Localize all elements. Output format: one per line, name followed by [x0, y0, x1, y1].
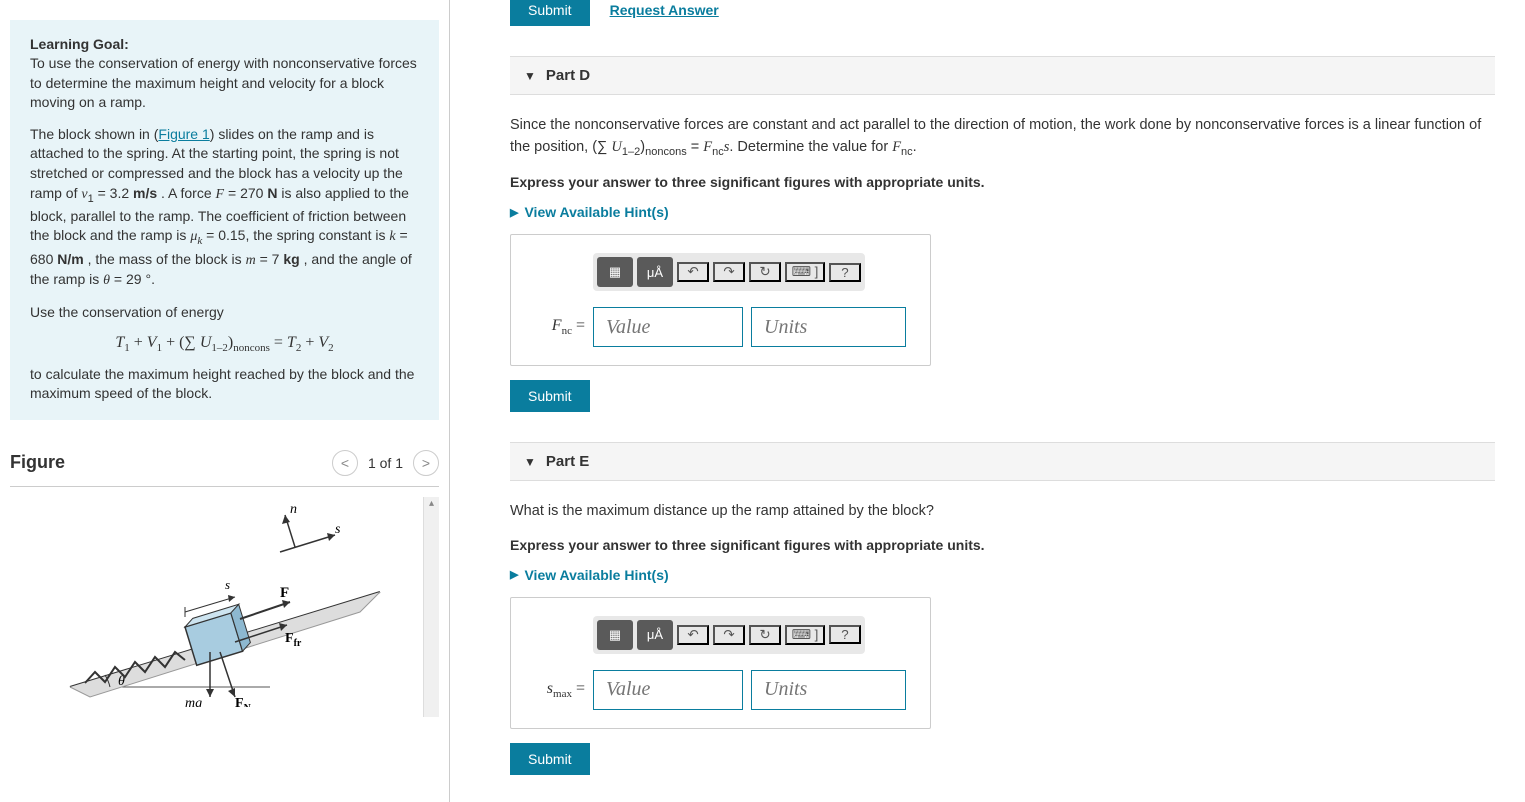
reset-button[interactable]: ↻	[749, 625, 781, 645]
svg-text:n: n	[290, 502, 297, 517]
part-e-units-input[interactable]	[751, 670, 906, 710]
part-e-hints-toggle[interactable]: ▶ View Available Hint(s)	[510, 567, 1495, 583]
part-d-input-row: Fnc =	[535, 307, 906, 347]
part-e-submit-button[interactable]: Submit	[510, 743, 590, 775]
part-d-section: ▼ Part D Since the nonconservative force…	[510, 56, 1495, 412]
keyboard-button[interactable]: ⌨ ]	[785, 625, 825, 645]
figure-title: Figure	[10, 452, 65, 473]
templates-button[interactable]: ▦	[597, 257, 633, 287]
energy-equation: T1 + V1 + (∑ U1–2)noncons = T2 + V2	[30, 334, 419, 354]
right-panel: Submit Request Answer ▼ Part D Since the…	[450, 0, 1525, 802]
chevron-right-icon: ▶	[510, 568, 518, 581]
submit-button-top[interactable]: Submit	[510, 0, 590, 26]
figure-container: θ F Ffr mg	[10, 497, 439, 717]
part-e-answer-box: ▦ μÅ ↶ ↷ ↻ ⌨ ] ? smax =	[510, 597, 931, 729]
svg-text:mg: mg	[185, 696, 202, 707]
part-d-instruction: Express your answer to three significant…	[510, 174, 1495, 190]
learning-goal-title: Learning Goal:	[30, 36, 419, 52]
part-d-submit-button[interactable]: Submit	[510, 380, 590, 412]
undo-button[interactable]: ↶	[677, 262, 709, 282]
top-buttons: Submit Request Answer	[510, 0, 1495, 26]
ramp-diagram: θ F Ffr mg	[10, 497, 410, 707]
svg-text:s: s	[335, 522, 341, 537]
figure-section: Figure < 1 of 1 > θ	[0, 430, 449, 727]
part-d-title: Part D	[546, 67, 590, 84]
left-panel: Learning Goal: To use the conservation o…	[0, 0, 450, 802]
undo-button[interactable]: ↶	[677, 625, 709, 645]
use-conservation-text: Use the conservation of energy	[30, 303, 419, 323]
svg-text:Ffr: Ffr	[285, 631, 302, 649]
figure-link[interactable]: Figure 1	[158, 126, 209, 142]
chevron-right-icon: ▶	[510, 206, 518, 219]
part-d-header[interactable]: ▼ Part D	[510, 56, 1495, 95]
figure-scrollbar[interactable]: ▴	[423, 497, 439, 717]
figure-header: Figure < 1 of 1 >	[10, 450, 439, 487]
svg-text:s: s	[225, 577, 230, 592]
figure-prev-button[interactable]: <	[332, 450, 358, 476]
svg-text:FN: FN	[235, 696, 252, 707]
closing-text: to calculate the maximum height reached …	[30, 365, 419, 404]
part-e-question: What is the maximum distance up the ramp…	[510, 501, 1495, 523]
part-e-title: Part E	[546, 453, 589, 470]
figure-next-button[interactable]: >	[413, 450, 439, 476]
part-e-input-row: smax =	[535, 670, 906, 710]
scroll-up-icon[interactable]: ▴	[424, 497, 439, 513]
part-d-question: Since the nonconservative forces are con…	[510, 115, 1495, 160]
request-answer-link[interactable]: Request Answer	[610, 2, 719, 18]
problem-setup: The block shown in (Figure 1) slides on …	[30, 125, 419, 291]
part-e-section: ▼ Part E What is the maximum distance up…	[510, 442, 1495, 775]
part-d-answer-box: ▦ μÅ ↶ ↷ ↻ ⌨ ] ? Fnc =	[510, 234, 931, 366]
part-d-units-input[interactable]	[751, 307, 906, 347]
redo-button[interactable]: ↷	[713, 625, 745, 645]
reset-button[interactable]: ↻	[749, 262, 781, 282]
redo-button[interactable]: ↷	[713, 262, 745, 282]
learning-goal-intro: To use the conservation of energy with n…	[30, 54, 419, 113]
figure-count: 1 of 1	[368, 455, 403, 471]
part-d-body: Since the nonconservative forces are con…	[510, 95, 1495, 412]
chevron-down-icon: ▼	[524, 455, 536, 469]
templates-button[interactable]: ▦	[597, 620, 633, 650]
help-button[interactable]: ?	[829, 625, 861, 644]
part-e-instruction: Express your answer to three significant…	[510, 537, 1495, 553]
part-d-var-label: Fnc =	[535, 317, 585, 337]
part-e-var-label: smax =	[535, 680, 585, 700]
figure-nav: < 1 of 1 >	[332, 450, 439, 476]
learning-goal-box: Learning Goal: To use the conservation o…	[10, 20, 439, 420]
part-e-value-input[interactable]	[593, 670, 743, 710]
part-d-hints-toggle[interactable]: ▶ View Available Hint(s)	[510, 204, 1495, 220]
part-d-value-input[interactable]	[593, 307, 743, 347]
chevron-down-icon: ▼	[524, 69, 536, 83]
keyboard-button[interactable]: ⌨ ]	[785, 262, 825, 282]
part-d-toolbar: ▦ μÅ ↶ ↷ ↻ ⌨ ] ?	[593, 253, 865, 291]
help-button[interactable]: ?	[829, 263, 861, 282]
part-e-header[interactable]: ▼ Part E	[510, 442, 1495, 481]
part-e-toolbar: ▦ μÅ ↶ ↷ ↻ ⌨ ] ?	[593, 616, 865, 654]
svg-text:F: F	[280, 585, 289, 601]
part-e-body: What is the maximum distance up the ramp…	[510, 481, 1495, 775]
special-chars-button[interactable]: μÅ	[637, 620, 673, 650]
special-chars-button[interactable]: μÅ	[637, 257, 673, 287]
